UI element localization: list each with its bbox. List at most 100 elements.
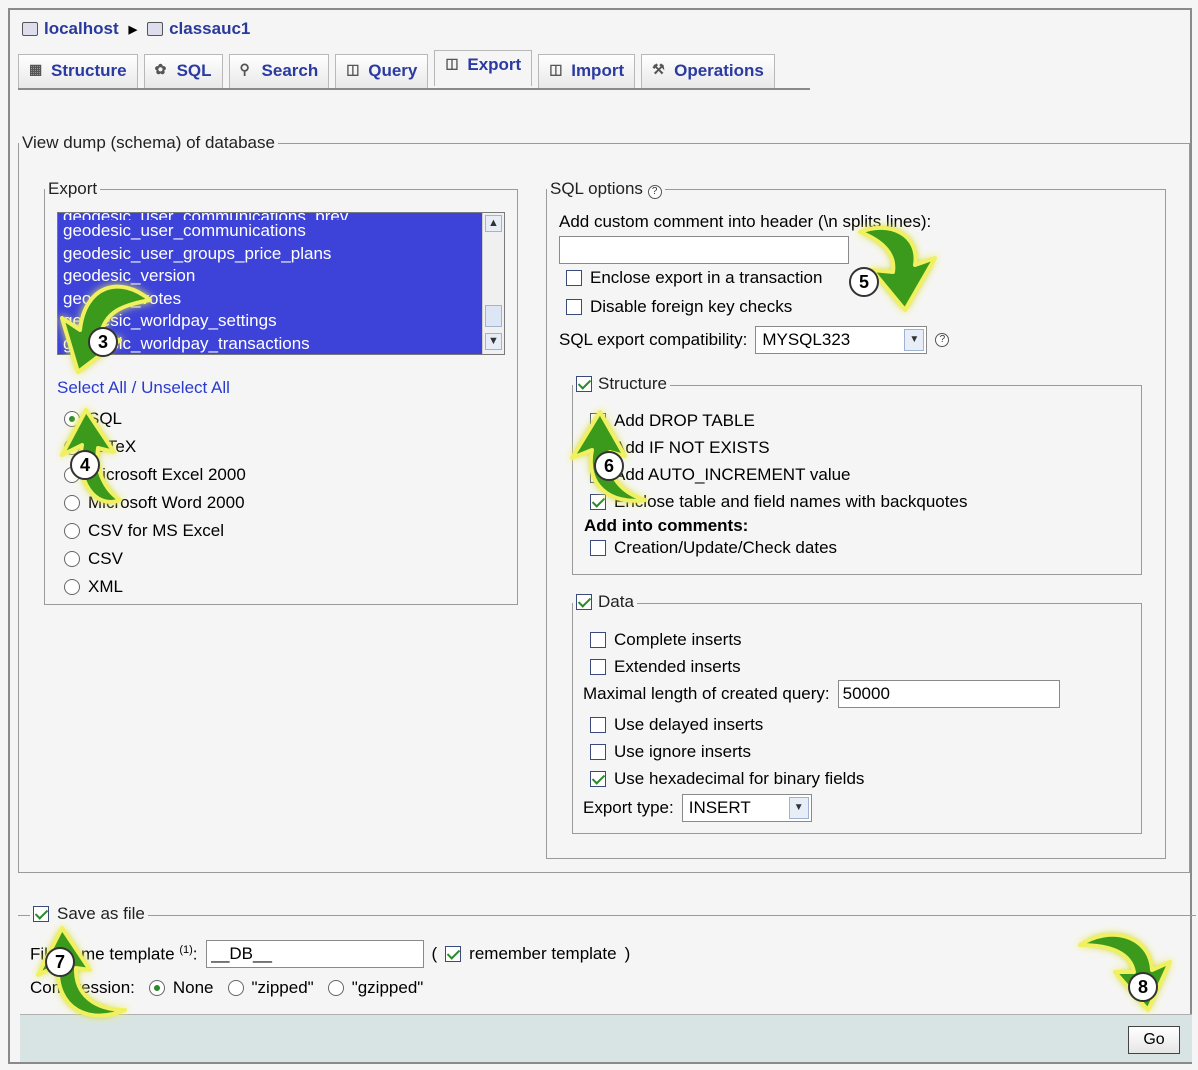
compat-row: SQL export compatibility: MYSQL323 ▼ ? [559,326,950,354]
tab-structure[interactable]: ▦ Structure [18,54,138,88]
radio-button[interactable] [327,980,344,996]
checkbox[interactable] [566,299,582,315]
structure-checkbox[interactable] [576,376,592,392]
list-item[interactable]: geodesic_version [58,265,482,288]
chevron-down-icon[interactable]: ▼ [904,329,925,351]
radio-button[interactable] [64,579,80,595]
tab-import[interactable]: ◫ Import [538,54,636,88]
save-as-file-checkbox[interactable] [33,906,49,922]
data-options: Complete inserts Extended inserts [590,626,742,680]
radio-button[interactable] [64,495,80,511]
ignore-inserts-option[interactable]: Use ignore inserts [590,738,864,765]
max-length-input[interactable] [837,680,1060,708]
format-option-xml[interactable]: XML [64,573,246,601]
option-label: Use delayed inserts [614,714,764,734]
checkbox[interactable] [590,412,606,429]
list-item[interactable]: geodesic_worldpay_settings [58,310,482,333]
go-button[interactable]: Go [1128,1026,1180,1054]
wrench-icon: ⚒ [652,61,665,77]
tab-export[interactable]: ◫ Export [434,50,533,86]
enclose-transaction-option[interactable]: Enclose export in a transaction [566,268,822,288]
list-item[interactable]: geodesic_user_communications_prev [58,213,482,220]
list-item[interactable]: geodesic_user_communications [58,220,482,243]
format-option-csv[interactable]: CSV [64,545,246,573]
option-label: Extended inserts [614,656,741,676]
select-all-link[interactable]: Select All [57,378,127,397]
template-row: File name template (1): ( remember templ… [30,940,630,968]
dump-legend: View dump (schema) of database [22,133,275,152]
unselect-all-link[interactable]: Unselect All [141,378,230,397]
breadcrumb-server[interactable]: localhost [44,19,119,39]
radio-button[interactable] [227,980,244,996]
format-option-sql[interactable]: SQL [64,405,246,433]
option-label: Complete inserts [614,629,742,649]
radio-button[interactable] [64,551,80,567]
help-icon[interactable]: ? [935,333,950,347]
tab-operations[interactable]: ⚒ Operations [641,54,775,88]
compression-none[interactable]: None [148,978,214,998]
checkbox[interactable] [590,631,606,648]
tab-label: Structure [51,61,127,80]
list-item[interactable]: geodesic_votes [58,288,482,311]
compression-gzipped[interactable]: "gzipped" [327,978,423,998]
option-label: "zipped" [251,978,314,997]
tab-label: SQL [176,61,212,80]
auto-increment-option[interactable]: Add AUTO_INCREMENT value [590,461,967,488]
add-drop-option[interactable]: Add DROP TABLE [590,407,967,434]
disable-fk-option[interactable]: Disable foreign key checks [566,297,792,317]
format-label: CSV [88,549,123,568]
listbox-scrollbar[interactable]: ▲ ▼ [482,213,504,354]
format-radio-group: SQL LaTeX Microsoft Excel 2000 Microsoft… [64,405,246,601]
checkbox[interactable] [590,743,606,760]
option-label: None [172,978,214,997]
checkbox[interactable] [590,716,606,733]
callout-badge-8: 8 [1128,972,1158,1002]
if-not-exists-option[interactable]: Add IF NOT EXISTS [590,434,967,461]
breadcrumb-database[interactable]: classauc1 [169,19,250,39]
radio-button[interactable] [148,980,165,996]
compat-select[interactable]: MYSQL323 ▼ [755,326,928,354]
export-type-select[interactable]: INSERT ▼ [681,794,812,822]
tab-search[interactable]: ⚲ Search [228,54,330,88]
tab-query[interactable]: ◫ Query [335,54,429,88]
compat-label: SQL export compatibility: [559,330,748,349]
backquotes-option[interactable]: Enclose table and field names with backq… [590,488,967,515]
template-input[interactable] [205,940,424,968]
select-separator: / [126,378,142,397]
checkbox[interactable] [590,493,606,510]
checkbox[interactable] [590,658,606,675]
checkbox[interactable] [445,946,462,962]
complete-inserts-option[interactable]: Complete inserts [590,626,742,653]
help-icon[interactable]: ? [647,185,662,199]
table-listbox[interactable]: geodesic_user_communications_prev geodes… [57,212,505,355]
list-item[interactable]: geodesic_worldpay_transactions [58,333,482,354]
format-option-word[interactable]: Microsoft Word 2000 [64,489,246,517]
scroll-up-icon[interactable]: ▲ [485,215,502,232]
option-label: Enclose table and field names with backq… [614,491,968,511]
scroll-thumb[interactable] [485,305,502,327]
remember-template-option[interactable]: remember template [445,944,617,964]
data-checkbox[interactable] [576,594,592,610]
option-label: Use ignore inserts [614,741,752,761]
extended-inserts-option[interactable]: Extended inserts [590,653,742,680]
compression-zipped[interactable]: "zipped" [227,978,314,998]
delayed-inserts-option[interactable]: Use delayed inserts [590,711,864,738]
radio-button[interactable] [64,523,80,539]
checkbox[interactable] [590,540,606,556]
callout-badge-3: 3 [88,327,118,357]
list-item[interactable]: geodesic_user_groups_price_plans [58,243,482,266]
chevron-down-icon[interactable]: ▼ [788,797,809,819]
dates-option[interactable]: Creation/Update/Check dates [590,538,837,558]
hex-binary-option[interactable]: Use hexadecimal for binary fields [590,765,864,792]
comment-input[interactable] [559,236,849,264]
scroll-down-icon[interactable]: ▼ [485,333,502,350]
tab-sql[interactable]: ✿ SQL [143,54,223,88]
radio-button[interactable] [64,411,80,427]
checkbox[interactable] [566,270,582,286]
save-legend-text: Save as file [57,904,145,923]
format-option-csv-excel[interactable]: CSV for MS Excel [64,517,246,545]
format-label: Microsoft Excel 2000 [88,465,246,484]
server-icon [22,22,38,36]
option-label: remember template [469,944,617,963]
checkbox[interactable] [590,770,606,787]
